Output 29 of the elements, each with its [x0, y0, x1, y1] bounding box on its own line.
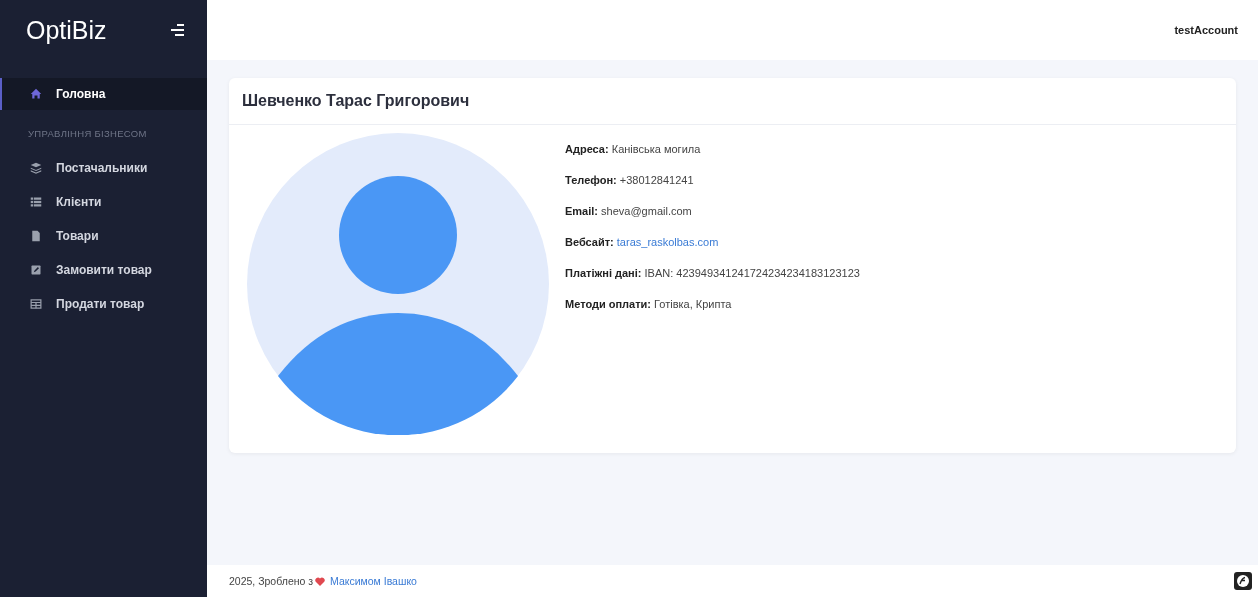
list-icon [30, 196, 42, 208]
framework-logo-icon[interactable] [1234, 572, 1252, 590]
profile-field: Телефон: +38012841241 [565, 172, 860, 189]
table-icon [30, 298, 42, 310]
avatar-silhouette-icon [247, 133, 549, 435]
footer-credit: 2025, Зроблено з Максимом Івашко [229, 575, 417, 587]
sidebar-item[interactable]: Клієнти [0, 185, 207, 219]
home-icon [30, 88, 42, 100]
sidebar-item[interactable]: Товари [0, 219, 207, 253]
brand-logo-text[interactable]: OptiBiz [26, 15, 107, 45]
layers-icon [30, 162, 42, 174]
profile-field: Вебсайт: taras_raskolbas.com [565, 234, 860, 251]
file-icon [30, 230, 42, 242]
sidebar-toggle-icon[interactable] [169, 23, 185, 37]
edit-icon [30, 264, 42, 276]
sidebar-item[interactable]: Головна [0, 78, 207, 110]
profile-field: Адреса: Канівська могила [565, 141, 860, 158]
author-link[interactable]: Максимом Івашко [330, 575, 417, 587]
account-menu[interactable]: testAccount [1174, 24, 1238, 36]
profile-name: Шевченко Тарас Григорович [242, 92, 470, 109]
heart-icon [315, 577, 326, 586]
sidebar-item[interactable]: Замовити товар [0, 253, 207, 287]
profile-field: Методи оплати: Готівка, Крипта [565, 296, 860, 313]
sidebar-item[interactable]: Продати товар [0, 287, 207, 321]
sidebar-item[interactable]: Постачальники [0, 151, 207, 185]
section-heading: УПРАВЛІННЯ БІЗНЕСОМ [27, 127, 148, 141]
website-link[interactable]: taras_raskolbas.com [616, 236, 719, 248]
profile-field: Платіжні дані: IBAN: 423949341241724234234183123123 [565, 265, 860, 282]
profile-field: Email: sheva@gmail.com [565, 203, 860, 220]
